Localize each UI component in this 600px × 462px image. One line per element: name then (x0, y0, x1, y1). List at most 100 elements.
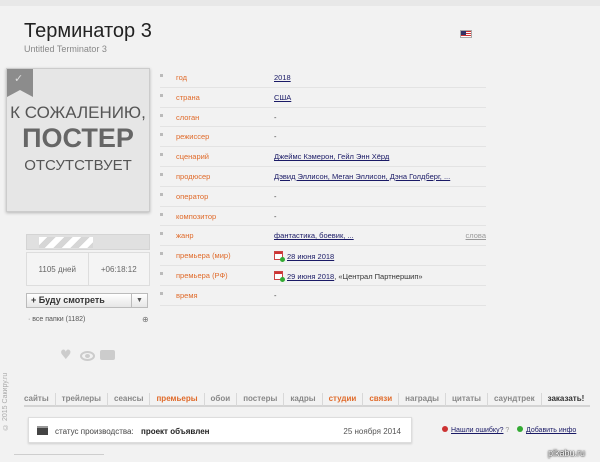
info-value-link[interactable]: Дэвид Эллисон, Меган Эллисон, Дэна Голдб… (274, 172, 450, 181)
info-value-text: - (274, 191, 277, 201)
info-label: композитор (176, 211, 217, 221)
info-value: Джеймс Кэмерон, Гейл Энн Хёрд (274, 152, 389, 161)
production-status: статус производства: проект объявлен 25 … (28, 417, 412, 443)
tab-3[interactable]: премьеры (149, 393, 204, 407)
chevron-down-icon[interactable]: ▼ (131, 294, 147, 307)
info-label: премьера (РФ) (176, 270, 228, 280)
tab-10[interactable]: цитаты (445, 393, 487, 407)
info-label: слоган (176, 112, 200, 122)
movie-title: Терминатор 3 (24, 20, 152, 42)
bullet-icon (160, 192, 163, 196)
bookmark-check-icon[interactable]: ✓ (7, 69, 33, 97)
report-error-link[interactable]: Нашли ошибку? ? (442, 426, 509, 434)
comment-icon[interactable] (100, 350, 115, 360)
cut-off-content (14, 454, 104, 462)
info-value-link[interactable]: Джеймс Кэмерон, Гейл Энн Хёрд (274, 152, 389, 161)
settings-icon[interactable]: ⊕ (142, 315, 149, 324)
info-value: США (274, 93, 291, 102)
poster-line-3: ОТСУТСТВУЕТ (24, 157, 132, 174)
premiere-countdown: 1105 дней +06:18:12 (26, 234, 150, 286)
info-value-suffix[interactable]: , «Централ Партнершип» (334, 272, 422, 281)
bullet-icon (160, 252, 163, 256)
countdown-days: 1105 дней (38, 264, 76, 274)
plus-icon (517, 426, 523, 432)
info-value-link[interactable]: 28 июня 2018 (287, 252, 334, 261)
info-value: - (274, 132, 277, 141)
us-flag-icon (460, 30, 472, 38)
info-label: страна (176, 92, 200, 102)
info-row: композитор - (160, 207, 486, 227)
info-label: премьера (мир) (176, 251, 231, 261)
poster-line-1: К СОЖАЛЕНИЮ, (10, 103, 146, 122)
side-copyright: © 2015 Сакиру.ru (2, 372, 9, 430)
tab-2[interactable]: сеансы (107, 393, 150, 407)
error-icon (442, 426, 448, 432)
page: © 2015 Сакиру.ru Терминатор 3 Untitled T… (0, 0, 600, 462)
info-value: Дэвид Эллисон, Меган Эллисон, Дэна Голдб… (274, 172, 450, 181)
all-folders-link[interactable]: · все папки (1182) (28, 316, 85, 323)
tab-8[interactable]: связи (362, 393, 399, 407)
tab-12[interactable]: заказать! (540, 393, 591, 407)
info-value: - (274, 113, 277, 122)
bullet-icon (160, 232, 163, 236)
top-band (0, 0, 600, 6)
info-value: - (274, 192, 277, 201)
tab-11[interactable]: саундтрек (486, 393, 541, 407)
poster-line-2: ПОСТЕР (22, 123, 134, 153)
info-row: премьера (РФ) 29 июня 2018, «Централ Парт… (160, 266, 486, 286)
info-label: год (176, 73, 187, 82)
info-value-link[interactable]: фантастика, боевик, ... (274, 231, 354, 240)
info-row: оператор - (160, 187, 486, 207)
info-row: страна США (160, 88, 486, 108)
info-label: время (176, 290, 198, 300)
bullet-icon (160, 172, 163, 176)
info-value-link[interactable]: США (274, 93, 291, 102)
tab-4[interactable]: обои (203, 393, 237, 407)
info-value-link[interactable]: 29 июня 2018 (287, 272, 334, 281)
clapper-icon (37, 426, 48, 435)
info-value-text: - (274, 290, 277, 300)
info-row: слоган - (160, 108, 486, 128)
info-value: - (274, 212, 277, 221)
watermark: pikabu.ru (548, 448, 586, 458)
info-value-link[interactable]: 2018 (274, 73, 291, 82)
info-row: время - (160, 286, 486, 306)
tab-9[interactable]: награды (398, 393, 446, 407)
countdown-time: +06:18:12 (87, 253, 150, 285)
production-status-label: статус производства: (55, 427, 134, 436)
production-status-date: 25 ноября 2014 (343, 427, 401, 436)
info-value-text: - (274, 211, 277, 221)
poster-placeholder[interactable]: ✓ К СОЖАЛЕНИЮ, ПОСТЕР ОТСУТСТВУЕТ (6, 68, 150, 212)
original-title: Untitled Terminator 3 (24, 44, 107, 54)
eye-icon[interactable] (80, 351, 95, 361)
clapperboard-icon (26, 234, 150, 250)
bullet-icon (160, 212, 163, 216)
info-row: жанр фантастика, боевик, ... слова (160, 226, 486, 247)
info-value: фантастика, боевик, ... (274, 231, 354, 240)
info-label: сценарий (176, 152, 209, 162)
tab-0[interactable]: сайты (24, 393, 55, 407)
keywords-link[interactable]: слова (466, 231, 486, 240)
tab-1[interactable]: трейлеры (54, 393, 107, 407)
calendar-icon[interactable] (274, 270, 285, 282)
info-label: продюсер (176, 171, 211, 181)
bullet-icon (160, 271, 163, 275)
heart-icon[interactable]: ♥ (60, 349, 74, 362)
movie-tabs: сайты трейлеры сеансы премьеры обои постеры ка… (24, 393, 591, 407)
tab-6[interactable]: кадры (283, 393, 322, 407)
info-value-text: - (274, 112, 277, 122)
info-row: премьера (мир) 28 июня 2018 (160, 246, 486, 266)
info-label: жанр (176, 231, 194, 241)
calendar-icon[interactable] (274, 251, 285, 263)
bullet-icon (160, 74, 163, 77)
tab-7[interactable]: студии (321, 393, 363, 407)
info-row: продюсер Дэвид Эллисон, Меган Эллисон, Дэ… (160, 167, 486, 187)
add-info-link[interactable]: Добавить инфо (517, 426, 576, 434)
info-row: сценарий Джеймс Кэмерон, Гейл Энн Хёрд (160, 147, 486, 167)
bullet-icon (160, 93, 163, 97)
info-row: режиссер - (160, 127, 486, 148)
tab-5[interactable]: постеры (236, 393, 284, 407)
production-status-value: проект объявлен (141, 427, 210, 436)
want-to-watch-button[interactable]: + Буду смотреть ▼ (26, 293, 148, 308)
bullet-icon (160, 153, 163, 157)
